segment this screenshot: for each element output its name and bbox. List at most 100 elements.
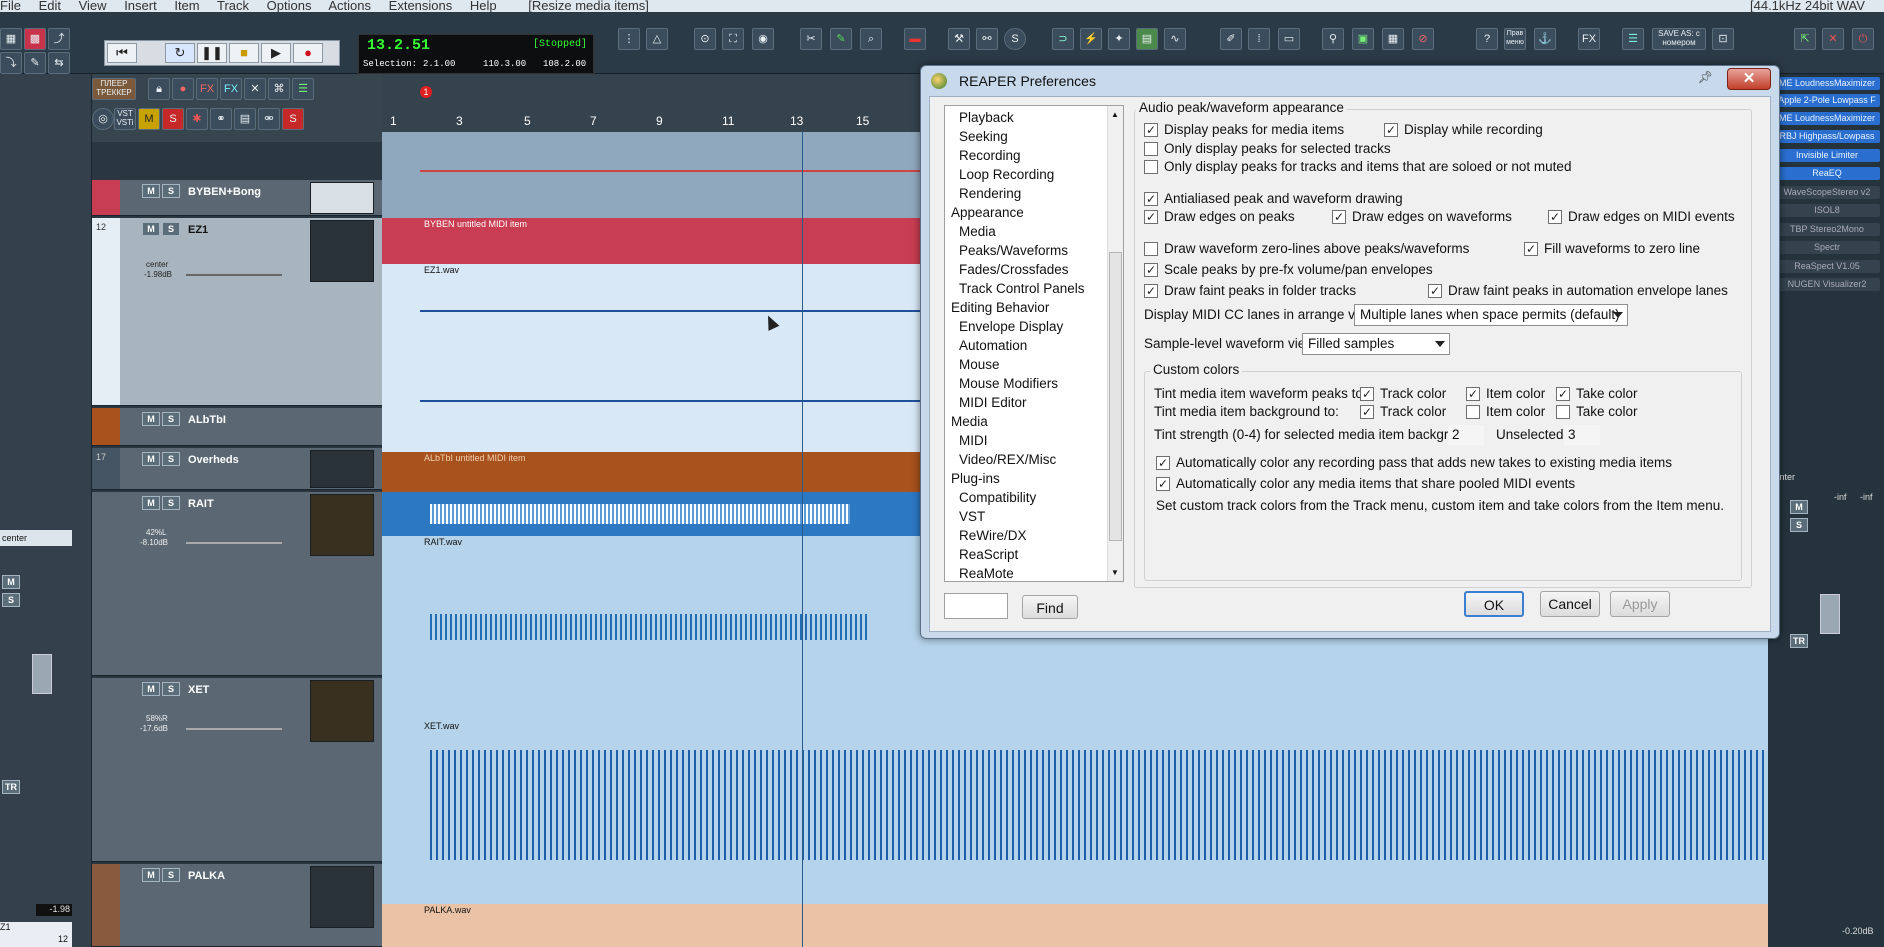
save-as-button[interactable]: SAVE AS: с номером xyxy=(1652,28,1706,50)
right-solo-button[interactable]: S xyxy=(1790,518,1808,532)
left-tr-button[interactable]: TR xyxy=(2,780,20,794)
tree-item[interactable]: Media xyxy=(951,412,988,431)
pin-icon[interactable]: 📌︎ xyxy=(1698,70,1713,84)
sws-icon[interactable]: S xyxy=(1004,28,1026,50)
play-button[interactable]: ▶ xyxy=(261,43,291,63)
fx-slot[interactable]: ISOL8 xyxy=(1774,204,1880,217)
tree-item[interactable]: Media xyxy=(959,222,996,241)
solo-button[interactable]: S xyxy=(162,496,180,510)
volume-slider[interactable] xyxy=(186,542,282,544)
checkbox-tint-peaks-track[interactable]: ✓ Track color xyxy=(1360,385,1446,403)
checkbox-tint-peaks-take[interactable]: ✓ Take color xyxy=(1556,385,1638,403)
tree-scrollbar[interactable]: ▲ ▼ xyxy=(1107,106,1123,581)
checkbox-zero-lines[interactable]: Draw waveform zero-lines above peaks/wav… xyxy=(1144,240,1469,258)
tree-item[interactable]: Loop Recording xyxy=(959,165,1054,184)
checkbox-edges-midi[interactable]: ✓ Draw edges on MIDI events xyxy=(1548,208,1735,226)
menu-options[interactable]: Options xyxy=(267,0,312,12)
delete-icon[interactable]: ▬ xyxy=(904,28,926,50)
link-icon[interactable]: ⚭ xyxy=(210,108,232,130)
network-icon[interactable]: ⌘ xyxy=(268,78,290,100)
solo-all-button[interactable]: S xyxy=(282,108,304,130)
checkbox-box[interactable]: ✓ xyxy=(1144,284,1158,298)
checkbox-box[interactable]: ✓ xyxy=(1524,242,1538,256)
mixer-icon[interactable]: ⋮ xyxy=(618,28,640,50)
checkbox-box[interactable]: ✓ xyxy=(1144,210,1158,224)
checkbox-box[interactable]: ✓ xyxy=(1156,477,1170,491)
mute-button[interactable]: M xyxy=(142,452,160,466)
pencil-icon[interactable]: ✎ xyxy=(830,28,852,50)
checkbox-tint-bg-item[interactable]: Item color xyxy=(1466,403,1545,421)
mute-button[interactable]: M xyxy=(142,682,160,696)
checkbox-box[interactable]: ✓ xyxy=(1144,263,1158,277)
fx-slot[interactable]: ME LoudnessMaximizer xyxy=(1774,112,1880,125)
left-volume-fader[interactable] xyxy=(32,654,52,694)
mute-button[interactable]: M xyxy=(142,412,160,426)
ok-button[interactable]: OK xyxy=(1464,591,1524,617)
tree-item[interactable]: Mouse Modifiers xyxy=(959,374,1058,393)
tree-item[interactable]: ReWire/DX xyxy=(959,526,1027,545)
monitor-icon[interactable]: ⊡ xyxy=(1712,28,1734,50)
fx-slot[interactable]: Spectr xyxy=(1774,241,1880,254)
fx-slot[interactable]: Invisible Limiter xyxy=(1774,149,1880,162)
wrench-icon[interactable]: ⚒ xyxy=(948,28,970,50)
split-icon[interactable]: ⚡ xyxy=(1080,28,1102,50)
solo-button[interactable]: S xyxy=(162,682,180,696)
repeat-button[interactable]: ↻ xyxy=(165,43,195,63)
menu-edit[interactable]: Edit xyxy=(39,0,61,12)
checkbox-box[interactable]: ✓ xyxy=(1360,405,1374,419)
right-mute-button[interactable]: M xyxy=(1790,500,1808,514)
tree-item[interactable]: Plug-ins xyxy=(951,469,1000,488)
tree-item[interactable]: Rendering xyxy=(959,184,1021,203)
track-palka[interactable]: M S PALKA xyxy=(92,864,382,947)
solo-button[interactable]: S xyxy=(162,452,180,466)
checkbox-box[interactable]: ✓ xyxy=(1360,387,1374,401)
find-button[interactable]: Find xyxy=(1022,595,1078,619)
mute-button[interactable]: M xyxy=(142,222,160,236)
checkbox-box[interactable]: ✓ xyxy=(1144,192,1158,206)
lock-icon[interactable]: 🔒︎ xyxy=(148,78,170,100)
fx-chain-icon[interactable]: FX xyxy=(220,78,242,100)
route-x-icon[interactable]: ✱ xyxy=(186,108,208,130)
curve-icon[interactable]: ⤴ xyxy=(48,28,70,50)
fx-slot[interactable]: ME LoudnessMaximizer xyxy=(1774,77,1880,90)
mute-button[interactable]: M xyxy=(142,496,160,510)
master-m-button[interactable]: M xyxy=(138,108,160,130)
checkbox-box[interactable] xyxy=(1144,242,1158,256)
list-icon[interactable]: ☰ xyxy=(1622,28,1644,50)
checkbox-antialiased[interactable]: ✓ Antialiased peak and waveform drawing xyxy=(1144,190,1403,208)
sample-level-select[interactable]: Filled samples xyxy=(1302,333,1450,355)
rec-mode-icon[interactable]: ● xyxy=(172,78,194,100)
tracklist-icon[interactable]: ☰ xyxy=(292,78,314,100)
close-button[interactable]: ✕ xyxy=(1727,68,1771,90)
checkbox-box[interactable]: ✓ xyxy=(1548,210,1562,224)
master-s-button[interactable]: S xyxy=(162,108,184,130)
frame-icon[interactable]: ▭ xyxy=(1278,28,1300,50)
marker-1[interactable]: 1 xyxy=(420,86,432,98)
record-button[interactable]: ● xyxy=(293,43,323,63)
tree-item[interactable]: Seeking xyxy=(959,127,1008,146)
metronome-icon[interactable]: △ xyxy=(646,28,668,50)
apply-button[interactable]: Apply xyxy=(1610,591,1670,617)
right-volume-fader[interactable] xyxy=(1820,594,1840,634)
cross-icon[interactable]: ✕ xyxy=(244,78,266,100)
checkbox-tint-bg-track[interactable]: ✓ Track color xyxy=(1360,403,1446,421)
fx-slot[interactable]: NUGEN Visualizer2 xyxy=(1774,278,1880,291)
stop-button[interactable]: ■ xyxy=(229,43,259,63)
checkbox-edges-waveforms[interactable]: ✓ Draw edges on waveforms xyxy=(1332,208,1512,226)
checkbox-edges-peaks[interactable]: ✓ Draw edges on peaks xyxy=(1144,208,1295,226)
route-icon[interactable]: ⚯ xyxy=(976,28,998,50)
checkbox-box[interactable]: ✓ xyxy=(1144,123,1158,137)
magnifier-icon[interactable]: ⌕ xyxy=(860,28,882,50)
checkbox-box[interactable]: ✓ xyxy=(1428,284,1442,298)
group-icon[interactable]: ▤ xyxy=(234,108,256,130)
left-solo-button[interactable]: S xyxy=(2,593,20,607)
table-icon[interactable]: ▦ xyxy=(1382,28,1404,50)
volume-slider[interactable] xyxy=(186,728,282,730)
scroll-up-icon[interactable]: ▲ xyxy=(1111,110,1119,119)
tree-item[interactable]: Mouse xyxy=(959,355,1000,374)
vst-button[interactable]: VST VSTi xyxy=(114,108,136,130)
stamp-icon[interactable]: ⚲ xyxy=(1322,28,1344,50)
ripple-icon[interactable]: ⇆ xyxy=(48,52,70,74)
export-icon[interactable]: ⇱ xyxy=(1794,28,1816,50)
menu-item[interactable]: Item xyxy=(174,0,199,12)
